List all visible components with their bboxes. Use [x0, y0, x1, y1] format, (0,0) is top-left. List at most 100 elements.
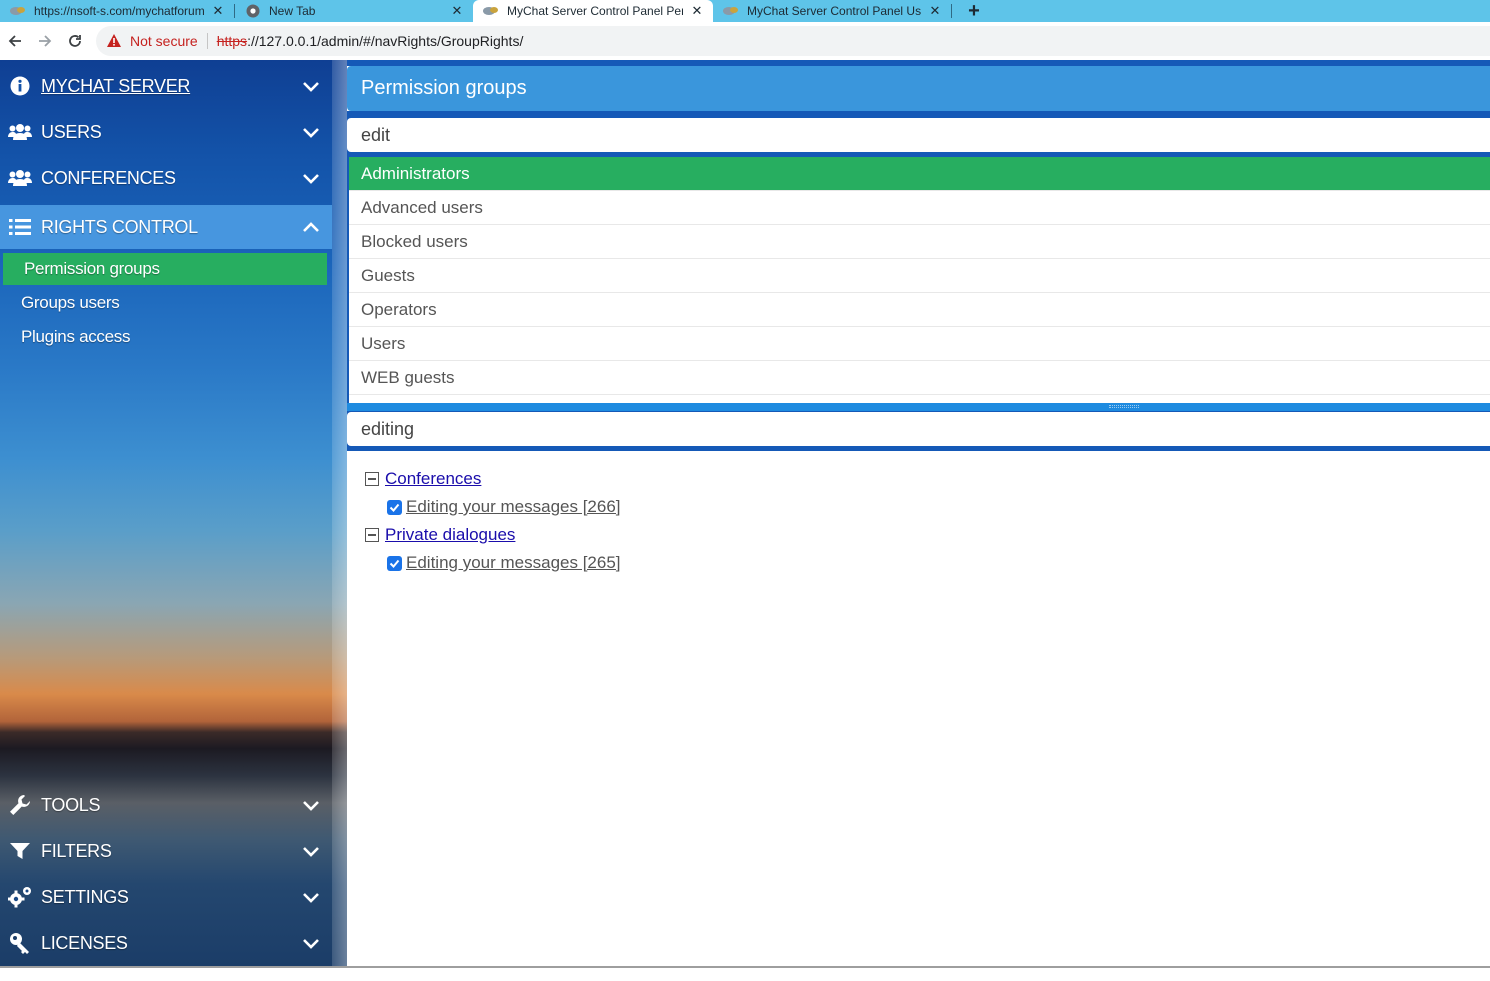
sidebar-item-label: FILTERS [41, 840, 112, 861]
sidebar: MYCHAT SERVER USERS CONFERENCES RIGHTS C… [0, 60, 347, 966]
group-filter-input[interactable] [361, 124, 1490, 146]
group-row-guests[interactable]: Guests [349, 259, 1490, 293]
group-row-advanced-users[interactable]: Advanced users [349, 191, 1490, 225]
close-icon[interactable]: ✕ [927, 3, 943, 19]
checkmark-icon [389, 503, 400, 512]
users-icon [8, 120, 32, 144]
tab-title: New Tab [269, 4, 316, 18]
sidebar-item-conferences[interactable]: CONFERENCES [0, 156, 332, 200]
right-label[interactable]: Editing your messages [266] [406, 497, 621, 517]
group-row-web-guests[interactable]: WEB guests [349, 361, 1490, 395]
tree-node-link[interactable]: Conferences [385, 469, 481, 489]
sidebar-scrollbar[interactable] [332, 60, 347, 966]
filter-icon [8, 839, 32, 863]
window-bottom-edge [0, 966, 1490, 981]
url-path: ://127.0.0.1/admin/#/navRights/GroupRigh… [247, 33, 524, 49]
browser-tab-strip: https://nsoft-s.com/mychatforum ✕ New Ta… [0, 0, 1490, 22]
browser-tab-newtab[interactable]: New Tab ✕ [235, 0, 473, 22]
key-icon [8, 931, 32, 955]
chrome-favicon-icon [245, 4, 261, 18]
tree-node-link[interactable]: Private dialogues [385, 525, 515, 545]
tab-title: MyChat Server Control Panel Users [747, 4, 921, 18]
arrow-right-icon [39, 35, 52, 47]
mychat-favicon-icon [723, 4, 739, 18]
not-secure-label[interactable]: Not secure [130, 33, 198, 49]
mychat-favicon-icon [483, 4, 499, 18]
sidebar-item-label: MYCHAT SERVER [41, 75, 191, 96]
chevron-down-icon [303, 801, 319, 811]
browser-tab-permission-groups[interactable]: MyChat Server Control Panel Permission g… [473, 0, 713, 22]
forward-button[interactable] [30, 26, 60, 56]
close-icon[interactable]: ✕ [449, 3, 465, 19]
collapse-toggle-icon[interactable] [365, 528, 379, 542]
browser-toolbar: Not secure https ://127.0.0.1/admin/#/na… [0, 22, 1490, 60]
mychat-favicon-icon [10, 4, 26, 18]
rights-tree: Conferences Editing your messages [266] … [365, 465, 621, 577]
sidebar-item-settings[interactable]: SETTINGS [0, 875, 332, 919]
sidebar-item-label: SETTINGS [41, 886, 129, 907]
groups-list: Administrators Advanced users Blocked us… [347, 157, 1490, 403]
tab-title: https://nsoft-s.com/mychatforum [34, 4, 204, 18]
back-button[interactable] [0, 26, 30, 56]
checkbox-checked[interactable] [387, 499, 402, 515]
group-row-blocked-users[interactable]: Blocked users [349, 225, 1490, 259]
sidebar-item-label: LICENSES [41, 932, 128, 953]
wrench-icon [8, 793, 32, 817]
sidebar-item-mychat-server[interactable]: MYCHAT SERVER [0, 64, 332, 108]
sidebar-item-label: RIGHTS CONTROL [41, 216, 198, 237]
tab-separator [951, 4, 952, 18]
sidebar-subitem-groups-users[interactable]: Groups users [3, 287, 327, 319]
browser-tab-nsoft[interactable]: https://nsoft-s.com/mychatforum ✕ [0, 0, 234, 22]
chevron-down-icon [303, 893, 319, 903]
checkbox-checked[interactable] [387, 555, 402, 571]
sidebar-subitem-permission-groups[interactable]: Permission groups [3, 253, 327, 285]
tab-title: MyChat Server Control Panel Permission g… [507, 4, 683, 18]
chevron-down-icon [303, 128, 319, 138]
new-tab-button[interactable]: + [962, 0, 986, 22]
group-row-operators[interactable]: Operators [349, 293, 1490, 327]
splitter-grip-icon [1109, 405, 1139, 408]
sidebar-item-label: CONFERENCES [41, 167, 176, 188]
url-scheme: https [216, 33, 248, 49]
close-icon[interactable]: ✕ [689, 3, 705, 19]
address-bar[interactable]: Not secure https ://127.0.0.1/admin/#/na… [96, 26, 1490, 56]
group-filter-field[interactable] [347, 118, 1490, 152]
sidebar-item-label: TOOLS [41, 794, 101, 815]
omnibox-separator [206, 33, 208, 49]
rights-filter-field[interactable] [347, 412, 1490, 446]
reload-button[interactable] [60, 26, 90, 56]
sidebar-item-users[interactable]: USERS [0, 110, 332, 154]
chevron-down-icon [303, 82, 319, 92]
info-circle-icon [8, 74, 32, 98]
browser-tab-users[interactable]: MyChat Server Control Panel Users ✕ [713, 0, 951, 22]
sidebar-item-licenses[interactable]: LICENSES [0, 921, 332, 965]
sidebar-item-filters[interactable]: FILTERS [0, 829, 332, 873]
list-icon [8, 215, 32, 239]
chevron-up-icon [303, 222, 319, 232]
group-row-administrators[interactable]: Administrators [349, 157, 1490, 191]
users-icon [8, 166, 32, 190]
right-label[interactable]: Editing your messages [265] [406, 553, 621, 573]
panel-splitter[interactable] [347, 403, 1490, 411]
reload-icon [69, 35, 81, 47]
sidebar-subitem-plugins-access[interactable]: Plugins access [3, 321, 327, 353]
main-panel: Permission groups Administrators Advance… [347, 60, 1490, 966]
close-icon[interactable]: ✕ [210, 3, 226, 19]
rights-filter-input[interactable] [361, 418, 1490, 440]
gears-icon [8, 885, 32, 909]
chevron-down-icon [303, 939, 319, 949]
arrow-left-icon [8, 35, 21, 47]
warning-triangle-icon [107, 34, 121, 47]
tree-leaf: Editing your messages [266] [365, 493, 621, 521]
tree-leaf: Editing your messages [265] [365, 549, 621, 577]
tree-node-private-dialogues: Private dialogues [365, 521, 621, 549]
page-title: Permission groups [347, 66, 1490, 111]
chevron-down-icon [303, 847, 319, 857]
group-row-users[interactable]: Users [349, 327, 1490, 361]
sidebar-item-tools[interactable]: TOOLS [0, 783, 332, 827]
sidebar-item-rights-control[interactable]: RIGHTS CONTROL [0, 205, 332, 249]
checkmark-icon [389, 559, 400, 568]
sidebar-item-label: USERS [41, 121, 102, 142]
tree-node-conferences: Conferences [365, 465, 621, 493]
collapse-toggle-icon[interactable] [365, 472, 379, 486]
